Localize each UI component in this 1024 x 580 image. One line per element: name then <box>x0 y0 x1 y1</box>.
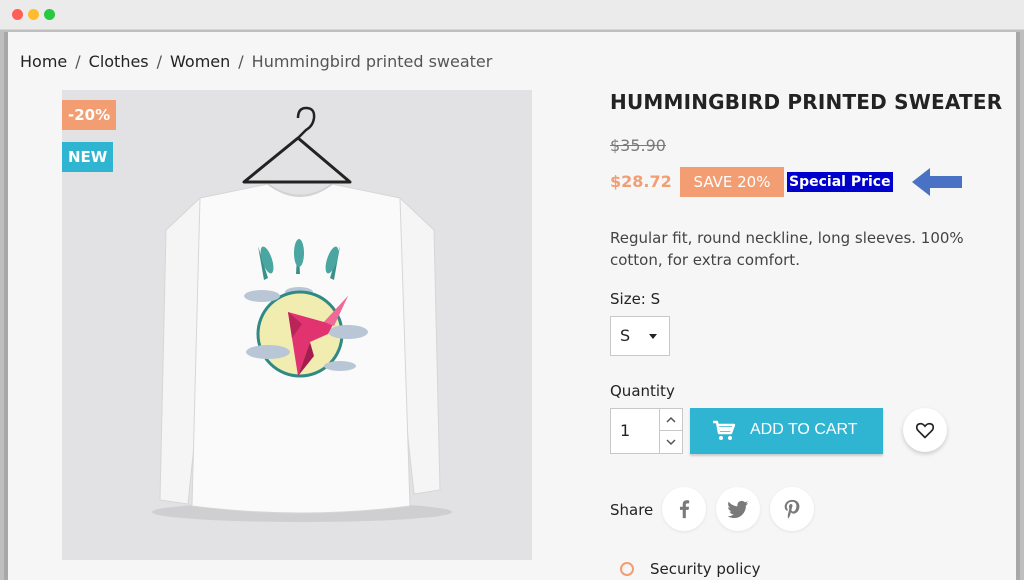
regular-price: $35.90 <box>610 136 666 155</box>
chevron-up-icon <box>666 416 676 423</box>
heart-icon <box>915 422 935 439</box>
size-select-value: S <box>620 326 631 345</box>
breadcrumb-current: Hummingbird printed sweater <box>251 52 493 71</box>
twitter-share-button[interactable] <box>716 487 760 531</box>
breadcrumb-separator: / <box>238 52 244 71</box>
close-window-icon[interactable] <box>12 9 23 20</box>
breadcrumb-women[interactable]: Women <box>170 52 230 71</box>
arrow-left-icon <box>912 168 962 196</box>
browser-titlebar <box>0 0 1024 30</box>
size-select[interactable]: S <box>610 316 670 356</box>
add-to-cart-label: ADD TO CART <box>750 421 858 438</box>
current-price: $28.72 <box>610 172 672 191</box>
discount-flag: -20% <box>62 100 117 130</box>
quantity-input[interactable]: 1 <box>610 408 660 454</box>
security-policy-label: Security policy <box>650 560 761 578</box>
shopping-cart-icon <box>713 420 736 440</box>
add-to-cart-button[interactable]: ADD TO CART <box>690 408 883 454</box>
pinterest-icon <box>784 499 800 519</box>
facebook-icon <box>679 500 690 519</box>
twitter-icon <box>727 500 749 519</box>
sweater-image <box>152 106 452 522</box>
product-title: HUMMINGBIRD PRINTED SWEATER <box>610 90 1003 114</box>
quantity-increase-button[interactable] <box>660 409 682 431</box>
breadcrumb-clothes[interactable]: Clothes <box>89 52 149 71</box>
discount-badge: SAVE 20% <box>680 167 784 197</box>
product-cover-image[interactable]: -20% NEW <box>62 90 532 560</box>
product-page: Home / Clothes / Women / Hummingbird printed s… <box>4 32 1020 580</box>
special-price-highlight: Special Price <box>787 172 893 192</box>
share-label: Share <box>610 501 654 519</box>
chevron-down-icon <box>666 439 676 446</box>
caret-down-icon <box>649 334 657 339</box>
minimize-window-icon[interactable] <box>28 9 39 20</box>
security-icon <box>620 562 634 576</box>
pinterest-share-button[interactable] <box>770 487 814 531</box>
security-policy: Security policy <box>620 560 761 578</box>
product-description: Regular fit, round neckline, long sleeve… <box>610 229 964 269</box>
wishlist-button[interactable] <box>903 408 947 452</box>
breadcrumb-separator: / <box>156 52 163 71</box>
quantity-label: Quantity <box>610 382 675 400</box>
maximize-window-icon[interactable] <box>44 9 55 20</box>
facebook-share-button[interactable] <box>662 487 706 531</box>
breadcrumb-separator: / <box>75 52 81 71</box>
quantity-stepper <box>659 408 683 454</box>
breadcrumb-home[interactable]: Home <box>20 52 67 71</box>
size-label: Size: S <box>610 290 661 308</box>
breadcrumb: Home / Clothes / Women / Hummingbird printed s… <box>20 52 492 71</box>
new-flag: NEW <box>62 142 114 172</box>
quantity-decrease-button[interactable] <box>660 431 682 453</box>
